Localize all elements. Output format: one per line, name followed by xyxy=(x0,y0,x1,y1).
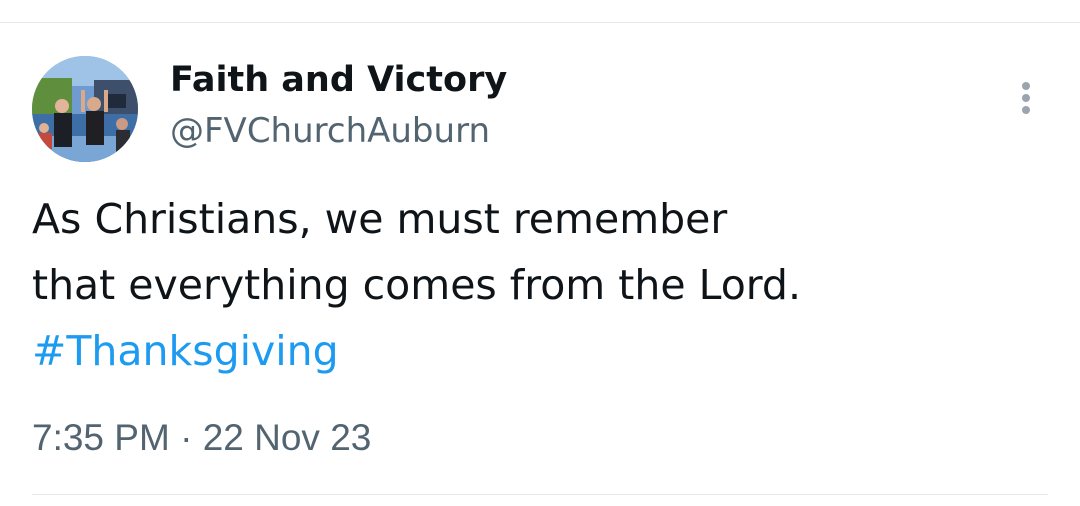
more-options-button[interactable] xyxy=(1008,76,1044,120)
tweet-text-line: that everything comes from the Lord. xyxy=(32,261,801,309)
author-display-name[interactable]: Faith and Victory xyxy=(170,58,507,102)
avatar-photo xyxy=(32,56,138,162)
tweet-text: As Christians, we must remember that eve… xyxy=(32,186,1042,384)
bottom-divider xyxy=(32,494,1048,495)
vertical-ellipsis-icon xyxy=(1022,82,1030,114)
hashtag-link[interactable]: #Thanksgiving xyxy=(32,318,1042,384)
author-handle[interactable]: @FVChurchAuburn xyxy=(170,109,490,153)
tweet-text-line: As Christians, we must remember xyxy=(32,195,728,243)
timestamp-time: 7:35 PM xyxy=(32,417,170,458)
avatar[interactable] xyxy=(32,56,138,162)
top-divider xyxy=(0,22,1080,23)
timestamp-date: 22 Nov 23 xyxy=(202,417,372,458)
timestamp-separator: · xyxy=(180,417,193,458)
tweet-timestamp[interactable]: 7:35 PM · 22 Nov 23 xyxy=(32,414,371,462)
